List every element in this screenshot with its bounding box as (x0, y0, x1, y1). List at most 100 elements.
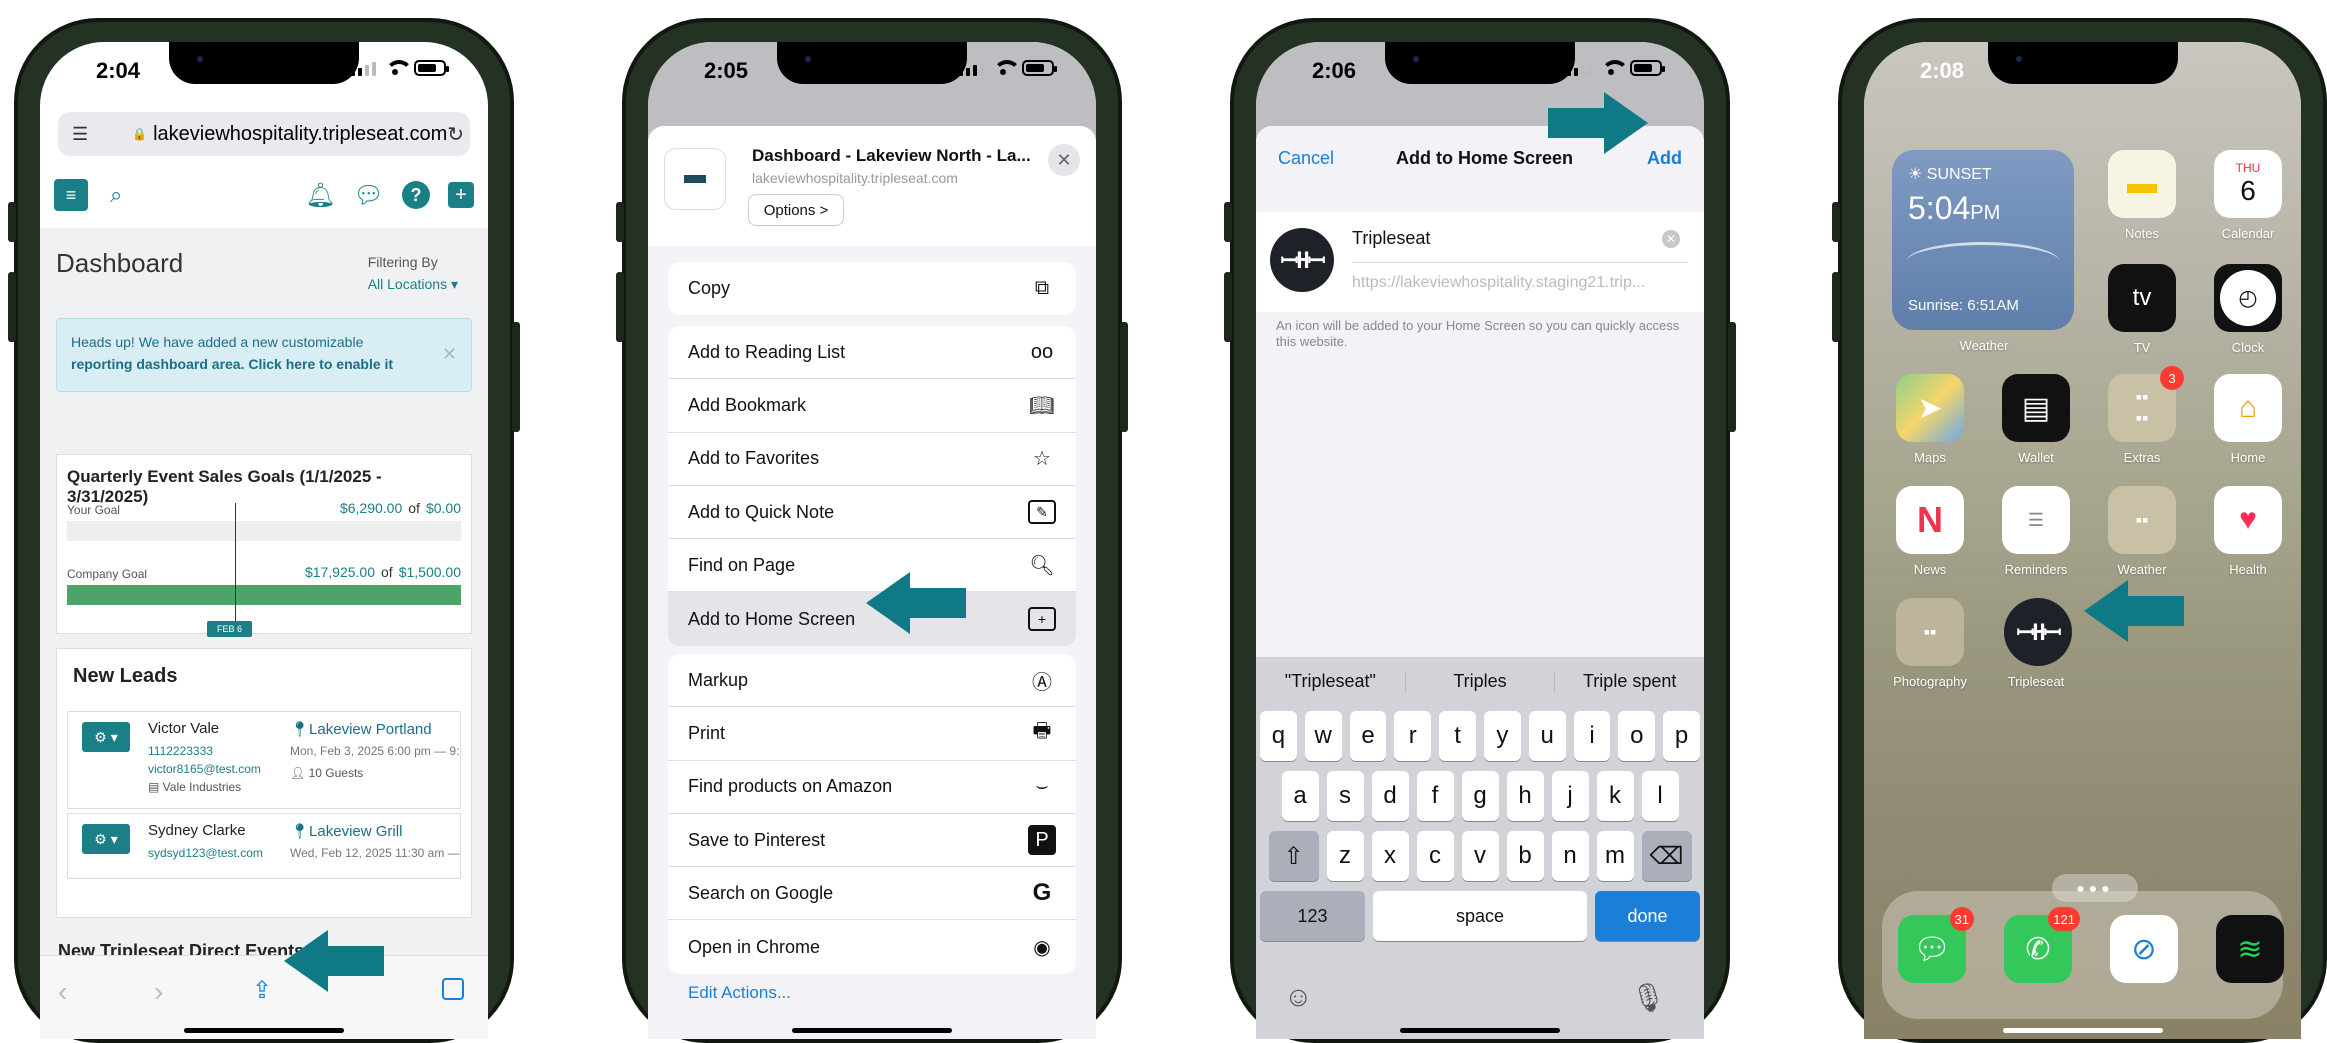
key[interactable]: q (1260, 711, 1297, 761)
key[interactable]: u (1528, 711, 1566, 761)
menu-item-google[interactable]: Search on Google G (668, 867, 1076, 921)
key[interactable]: j (1551, 771, 1589, 821)
microphone-icon[interactable]: 🎙︎ (1630, 981, 1666, 1014)
lead-item[interactable]: ⚙ ▾ Victor Vale 1112223333 victor8165@te… (67, 711, 461, 809)
lead-phone[interactable]: 1112223333 (148, 744, 213, 758)
health-app-icon[interactable]: ♥ (2214, 486, 2282, 554)
key[interactable]: a (1281, 771, 1319, 821)
menu-item-quick-note[interactable]: Add to Quick Note ✎ (668, 486, 1076, 540)
help-icon[interactable]: ? (402, 181, 430, 209)
add-icon[interactable]: + (448, 182, 474, 208)
bell-icon[interactable]: 🔔︎ (305, 181, 335, 210)
search-icon[interactable]: ⌕ (110, 182, 122, 208)
clear-text-icon[interactable]: ✕ (1662, 230, 1680, 248)
announcement-banner[interactable]: Heads up! We have added a new customizab… (56, 318, 472, 392)
lead-email[interactable]: victor8165@test.com (148, 762, 261, 776)
spotify-app-icon[interactable]: ≋ (2216, 915, 2284, 983)
lead-name[interactable]: Sydney Clarke (148, 822, 246, 839)
close-icon[interactable]: ✕ (1048, 144, 1080, 176)
phone-app-icon[interactable]: ✆ 121 (2004, 907, 2080, 983)
suggestion-item[interactable]: "Tripleseat" (1256, 670, 1406, 692)
delete-icon[interactable]: ⌫ (1641, 831, 1692, 881)
key[interactable]: m (1596, 831, 1634, 881)
photography-folder-icon[interactable]: ▪▪ (1896, 598, 1964, 666)
key[interactable]: e (1349, 711, 1387, 761)
suggestion-item[interactable]: Triple spent (1555, 671, 1704, 692)
extras-folder-icon[interactable]: ▪▪ ▪▪ 3 (2108, 366, 2184, 442)
menu-item-print[interactable]: Print 🖶︎ (668, 707, 1076, 761)
key[interactable]: f (1416, 771, 1454, 821)
key[interactable]: z (1326, 831, 1364, 881)
address-bar[interactable]: ☰ 🔒 lakeviewhospitality.tripleseat.com ↻ (58, 112, 470, 156)
tab-format-icon[interactable]: ☰ (72, 124, 88, 145)
calendar-app-icon[interactable]: THU 6 (2214, 150, 2282, 218)
weather-widget-label: Weather (1959, 338, 2009, 353)
key[interactable]: y (1484, 711, 1521, 761)
key[interactable]: i (1573, 711, 1611, 761)
key[interactable]: p (1663, 711, 1700, 761)
key[interactable]: g (1461, 771, 1499, 821)
done-key[interactable]: done (1594, 891, 1700, 941)
lead-item[interactable]: ⚙ ▾ Sydney Clarke sydsyd123@test.com 📍︎L… (67, 813, 461, 879)
key[interactable]: d (1371, 771, 1409, 821)
key[interactable]: h (1506, 771, 1544, 821)
key[interactable]: t (1439, 711, 1476, 761)
home-app-icon[interactable]: ⌂ (2214, 374, 2282, 442)
messages-app-icon[interactable]: 💬︎ 31 (1898, 907, 1974, 983)
gear-icon[interactable]: ⚙ ▾ (82, 722, 130, 752)
key[interactable]: r (1394, 711, 1432, 761)
forward-icon[interactable]: › (154, 976, 163, 1008)
cancel-button[interactable]: Cancel (1278, 148, 1334, 169)
home-indicator (792, 1028, 952, 1033)
reminders-app-icon[interactable]: ☰ (2002, 486, 2070, 554)
key[interactable]: w (1304, 711, 1342, 761)
weather-widget[interactable]: ☀ SUNSET 5:04PM Sunrise: 6:51AM (1892, 150, 2074, 330)
tripleseat-app-icon[interactable]: ꟷHꟷ (2004, 598, 2072, 666)
hamburger-menu-icon[interactable]: ≡ (54, 179, 88, 211)
add-button[interactable]: Add (1647, 148, 1682, 169)
key[interactable]: b (1506, 831, 1544, 881)
news-app-icon[interactable]: N (1896, 486, 1964, 554)
menu-item-chrome[interactable]: Open in Chrome ◉ (668, 920, 1076, 973)
location-filter[interactable]: Filtering By All Locations ▾ (368, 254, 458, 293)
key[interactable]: k (1596, 771, 1634, 821)
safari-app-icon[interactable]: ⊘ (2110, 915, 2178, 983)
notes-app-icon[interactable]: ▬ (2108, 150, 2176, 218)
key[interactable]: c (1416, 831, 1454, 881)
menu-item-markup[interactable]: Markup Ⓐ (668, 654, 1076, 708)
back-icon[interactable]: ‹ (58, 976, 67, 1008)
menu-item-add-favorites[interactable]: Add to Favorites ☆ (668, 433, 1076, 486)
numbers-key[interactable]: 123 (1260, 891, 1366, 941)
menu-item-pinterest[interactable]: Save to Pinterest P (668, 814, 1076, 868)
tabs-icon[interactable] (442, 978, 464, 1000)
suggestion-item[interactable]: Triples (1406, 670, 1556, 692)
key[interactable]: n (1551, 831, 1589, 881)
key[interactable]: x (1371, 831, 1409, 881)
close-icon[interactable]: ✕ (442, 343, 457, 365)
clock-app-icon[interactable]: ◴ (2214, 264, 2282, 332)
share-icon[interactable]: ⇪ (252, 976, 272, 1005)
emoji-icon[interactable]: ☺ (1284, 981, 1313, 1013)
gear-icon[interactable]: ⚙ ▾ (82, 824, 130, 854)
edit-actions-link[interactable]: Edit Actions... (688, 983, 791, 1003)
options-button[interactable]: Options > (748, 194, 844, 226)
reload-icon[interactable]: ↻ (447, 122, 464, 147)
space-key[interactable]: space (1373, 891, 1587, 941)
menu-item-copy[interactable]: Copy ⧉ (668, 262, 1076, 315)
lead-name[interactable]: Victor Vale (148, 720, 219, 737)
maps-app-icon[interactable]: ➤ (1896, 374, 1964, 442)
menu-item-reading-list[interactable]: Add to Reading List oo (668, 326, 1076, 380)
key[interactable]: s (1326, 771, 1364, 821)
app-name-input[interactable]: Tripleseat (1352, 228, 1430, 249)
menu-item-add-bookmark[interactable]: Add Bookmark 📖︎ (668, 379, 1076, 433)
weather-folder-icon[interactable]: ▪▪ (2108, 486, 2176, 554)
tv-app-icon[interactable]: tv (2108, 264, 2176, 332)
wallet-app-icon[interactable]: ▤ (2002, 374, 2070, 442)
key[interactable]: o (1618, 711, 1656, 761)
key[interactable]: l (1641, 771, 1679, 821)
chat-icon[interactable]: 💬︎ (354, 181, 384, 210)
menu-item-amazon[interactable]: Find products on Amazon ⌣ (668, 761, 1076, 814)
lead-email[interactable]: sydsyd123@test.com (148, 846, 263, 860)
shift-icon[interactable]: ⇧ (1268, 831, 1319, 881)
key[interactable]: v (1461, 831, 1499, 881)
